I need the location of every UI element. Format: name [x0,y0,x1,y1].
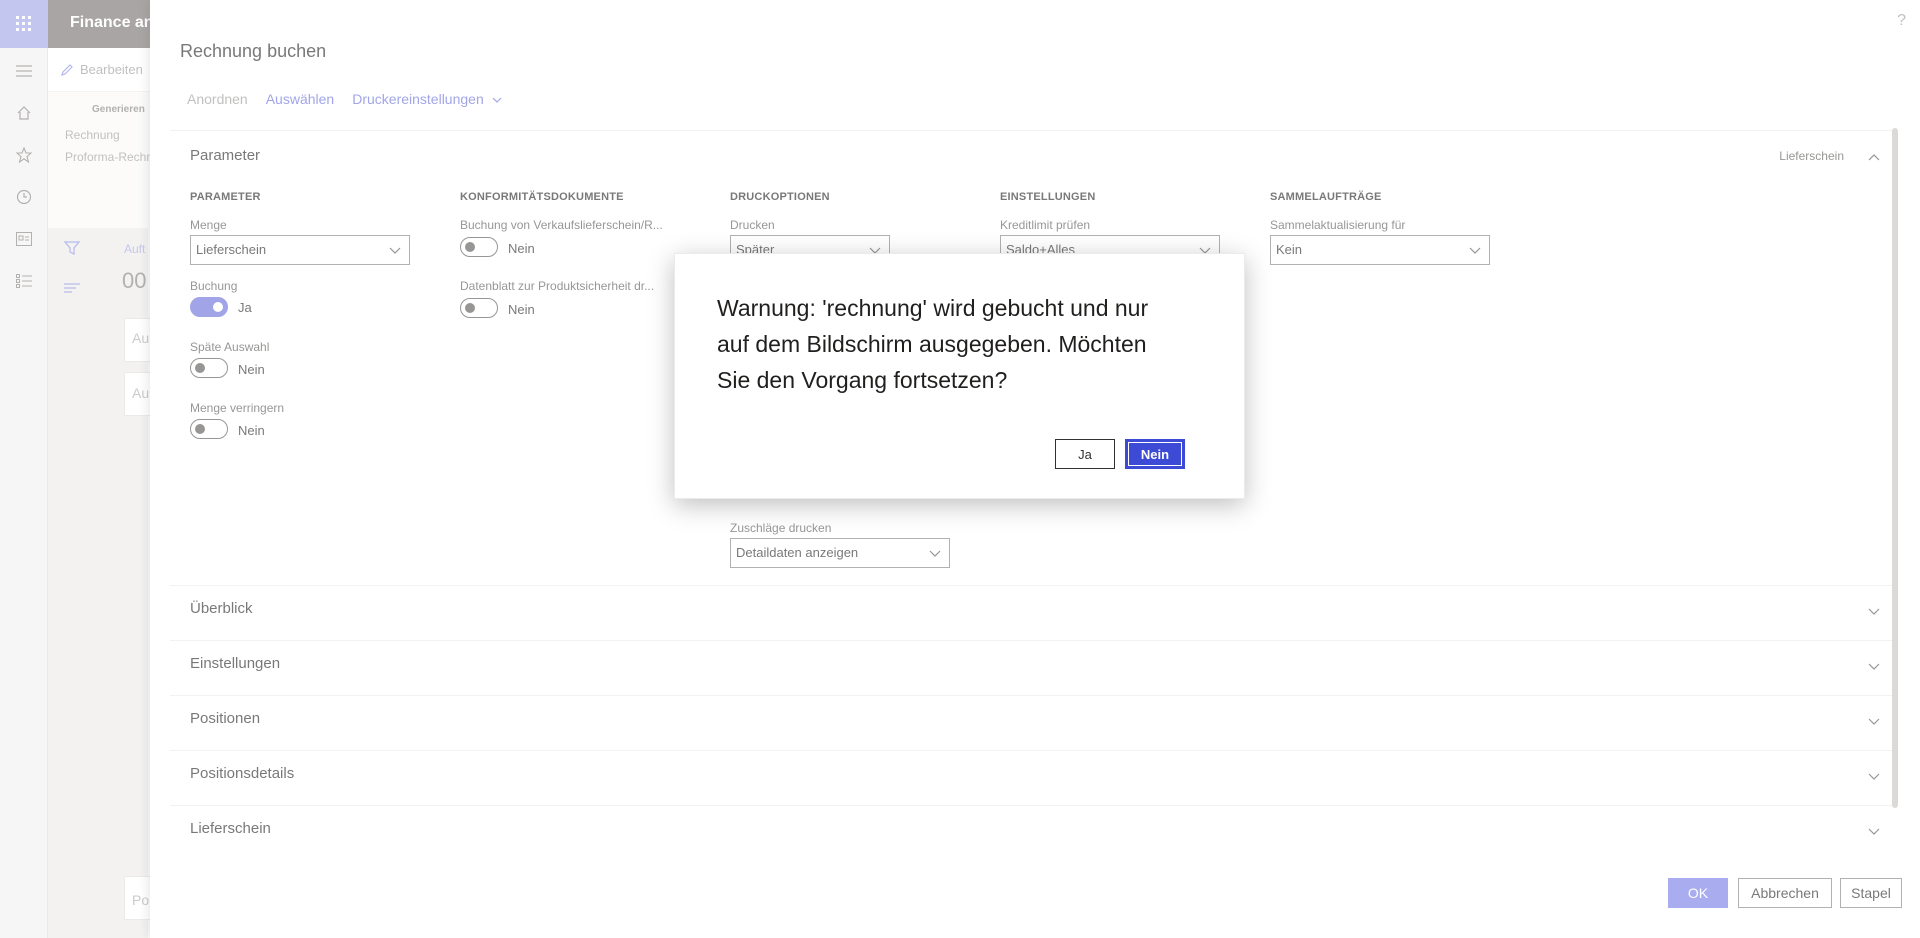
no-button[interactable]: Nein [1125,439,1185,469]
dialog-message: Warnung: 'rechnung' wird gebucht und nur… [717,295,1149,393]
yes-button[interactable]: Ja [1055,439,1115,469]
warning-dialog: Warnung: 'rechnung' wird gebucht und nur… [674,253,1245,499]
